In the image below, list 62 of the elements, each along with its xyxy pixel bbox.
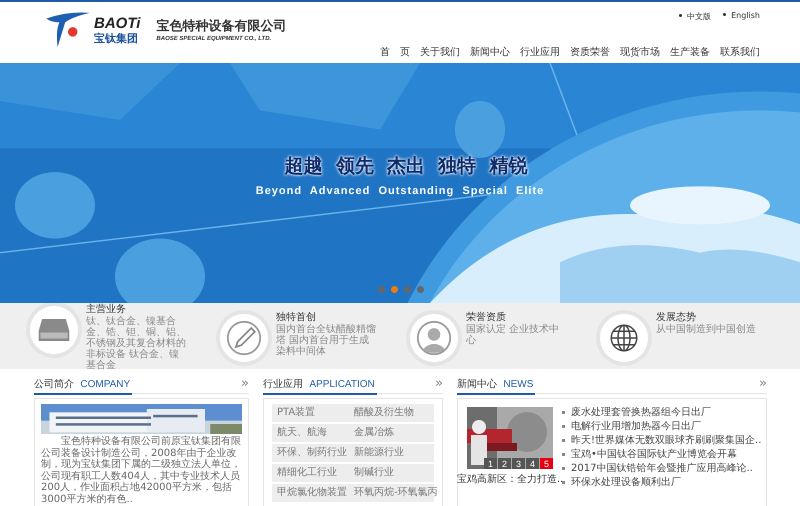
- slogan-english: Beyond Advanced Outstanding Special Elite: [256, 185, 544, 197]
- slogan: 超越 领先 杰出 独特 精锐: [283, 154, 528, 179]
- language-link[interactable]: 中文版: [679, 11, 712, 22]
- application-link[interactable]: 甲烷氯化物装置: [272, 487, 349, 499]
- feature-title: 主营业务: [86, 304, 127, 316]
- nav-link[interactable]: 关于我们: [420, 45, 460, 59]
- hard-drive-icon: [37, 316, 71, 342]
- pager-button[interactable]: 1: [484, 458, 497, 469]
- pager-button[interactable]: 2: [498, 458, 511, 469]
- nav-link[interactable]: 行业应用: [520, 45, 560, 59]
- logo-brand: BAOTi: [94, 16, 140, 32]
- application-link[interactable]: PTA装置: [272, 407, 349, 419]
- more-link[interactable]: »: [759, 378, 767, 390]
- more-link[interactable]: »: [241, 378, 249, 390]
- news-link[interactable]: 电解行业用增加热器今日出厂: [571, 421, 701, 432]
- nav-link[interactable]: 生产装备: [670, 45, 710, 59]
- application-link[interactable]: 新能源行业: [349, 447, 404, 459]
- feature-description: 国家认定 企业技术中心: [466, 324, 560, 346]
- pager-button[interactable]: 3: [512, 458, 525, 469]
- bullet-icon: [562, 453, 565, 456]
- feature-title: 荣誉资质: [466, 312, 507, 324]
- nav-link[interactable]: 现货市场: [620, 45, 660, 59]
- bullet-icon: [562, 481, 565, 484]
- application-link[interactable]: 醋酸及衍生物: [349, 407, 414, 419]
- photo-caption[interactable]: 宝鸡高新区：全力打造..: [456, 472, 564, 486]
- feature-title: 独特首创: [276, 312, 317, 324]
- nav-link[interactable]: 资质荣誉: [570, 45, 610, 59]
- bullet-icon: [562, 411, 565, 414]
- news-link[interactable]: 宝鸡•中国钛谷国际钛产业博览会开幕: [571, 449, 737, 460]
- application-link[interactable]: 环氧丙烷-环氧氯丙: [349, 487, 438, 499]
- nav-link[interactable]: 联系我们: [720, 45, 760, 59]
- feature-description: 钛、钛合金、镍基合金、锆、钽、铜、铝、不锈钢及其复合材料的非标设备 钛合金、镍基合金: [86, 316, 187, 370]
- bullet-icon: [562, 439, 565, 442]
- application-link[interactable]: 精细化工行业: [272, 467, 349, 479]
- news-link[interactable]: 昨天!世界媒体无数双眼球齐刷刷聚集国企..: [571, 435, 762, 446]
- pager-button[interactable]: 5: [540, 458, 553, 469]
- bullet-icon: [562, 425, 565, 428]
- news-link[interactable]: 环保水处理设备顺利出厂: [571, 477, 681, 488]
- application-link[interactable]: 航天、航海: [272, 427, 349, 439]
- feature-description: 国内首台全钛醋酸精馏塔 国内首台用于生成染料中间体: [276, 324, 377, 357]
- feature-description: 从中国制造到中国创造: [656, 324, 757, 335]
- company-description: 宝色特种设备有限公司前原宝钛集团有限公司装备设计制造公司，2008年由于企业改制，现为宝钛集团下属的二级独立法人单位，公司现有职工人数404人，其中专业技术人员200人，作业面积占地42000平方米，包括3000平方米的有色..: [41, 436, 242, 505]
- news-link[interactable]: 2017中国钛锆铪年会暨推广应用高峰论..: [571, 463, 753, 474]
- more-link[interactable]: »: [435, 378, 443, 390]
- application-link[interactable]: 制碱行业: [349, 467, 394, 479]
- language-link[interactable]: English: [723, 11, 760, 22]
- nav-link[interactable]: 首 页: [380, 45, 410, 59]
- logo-group-name: 宝钛集团: [94, 32, 139, 44]
- pager-button[interactable]: 4: [526, 458, 539, 469]
- application-link[interactable]: 环保、制药行业: [272, 447, 349, 459]
- news-link[interactable]: 废水处理套管换热器组今日出厂: [571, 407, 711, 418]
- feature-title: 发展态势: [656, 312, 697, 324]
- company-name: 宝色特种设备有限公司: [156, 18, 286, 36]
- section-title: 公司简介 COMPANY: [34, 376, 132, 394]
- pencil-icon: [226, 320, 262, 356]
- section-title: 新闻中心 NEWS: [457, 376, 536, 394]
- nav-link[interactable]: 新闻中心: [470, 45, 510, 59]
- application-link[interactable]: 金属冶炼: [349, 427, 394, 439]
- bullet-icon: [562, 467, 565, 470]
- section-title: 行业应用 APPLICATION: [263, 376, 377, 394]
- person-icon: [416, 320, 452, 356]
- globe-icon: [609, 323, 639, 353]
